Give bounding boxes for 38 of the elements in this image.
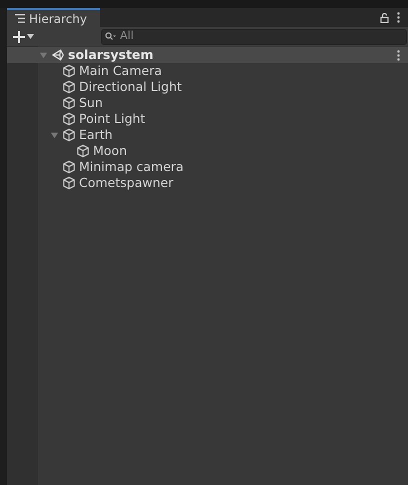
- item-label: Moon: [93, 142, 128, 160]
- item-label: Minimap camera: [79, 158, 184, 176]
- tree-item[interactable]: Point Light: [0, 111, 408, 127]
- more-icon[interactable]: [397, 12, 400, 23]
- tree-item[interactable]: Main Camera: [0, 63, 408, 79]
- item-label: Directional Light: [79, 78, 182, 96]
- tree-item[interactable]: Sun: [0, 95, 408, 111]
- cube-icon: [62, 80, 76, 94]
- item-label: Main Camera: [79, 62, 162, 80]
- cube-icon: [62, 64, 76, 78]
- caret-icon: [27, 34, 34, 39]
- tree-item[interactable]: Moon: [0, 143, 408, 159]
- scene-row[interactable]: solarsystem: [7, 47, 408, 63]
- tree-item[interactable]: Earth: [0, 127, 408, 143]
- tab-title: Hierarchy: [29, 10, 88, 28]
- lock-icon[interactable]: [380, 12, 389, 22]
- cube-icon: [62, 176, 76, 190]
- tree-item[interactable]: Directional Light: [0, 79, 408, 95]
- hierarchy-tab[interactable]: Hierarchy: [7, 8, 100, 27]
- item-label: Sun: [79, 94, 103, 112]
- search-icon: [105, 32, 116, 40]
- item-label: Cometspawner: [79, 174, 174, 192]
- expand-arrow-icon[interactable]: [50, 130, 59, 140]
- more-icon[interactable]: [397, 50, 400, 60]
- item-label: Earth: [79, 126, 113, 144]
- scene-name: solarsystem: [68, 46, 154, 64]
- cube-icon: [62, 96, 76, 110]
- cube-icon: [76, 144, 90, 158]
- plus-icon: [13, 30, 25, 42]
- tree-item[interactable]: Minimap camera: [0, 159, 408, 175]
- cube-icon: [62, 128, 76, 142]
- cube-icon: [62, 112, 76, 126]
- item-label: Point Light: [79, 110, 146, 128]
- scene-icon: [51, 48, 65, 62]
- cube-icon: [62, 160, 76, 174]
- search-field[interactable]: All: [101, 28, 407, 44]
- tree-item[interactable]: Cometspawner: [0, 175, 408, 191]
- list-icon: [15, 14, 25, 23]
